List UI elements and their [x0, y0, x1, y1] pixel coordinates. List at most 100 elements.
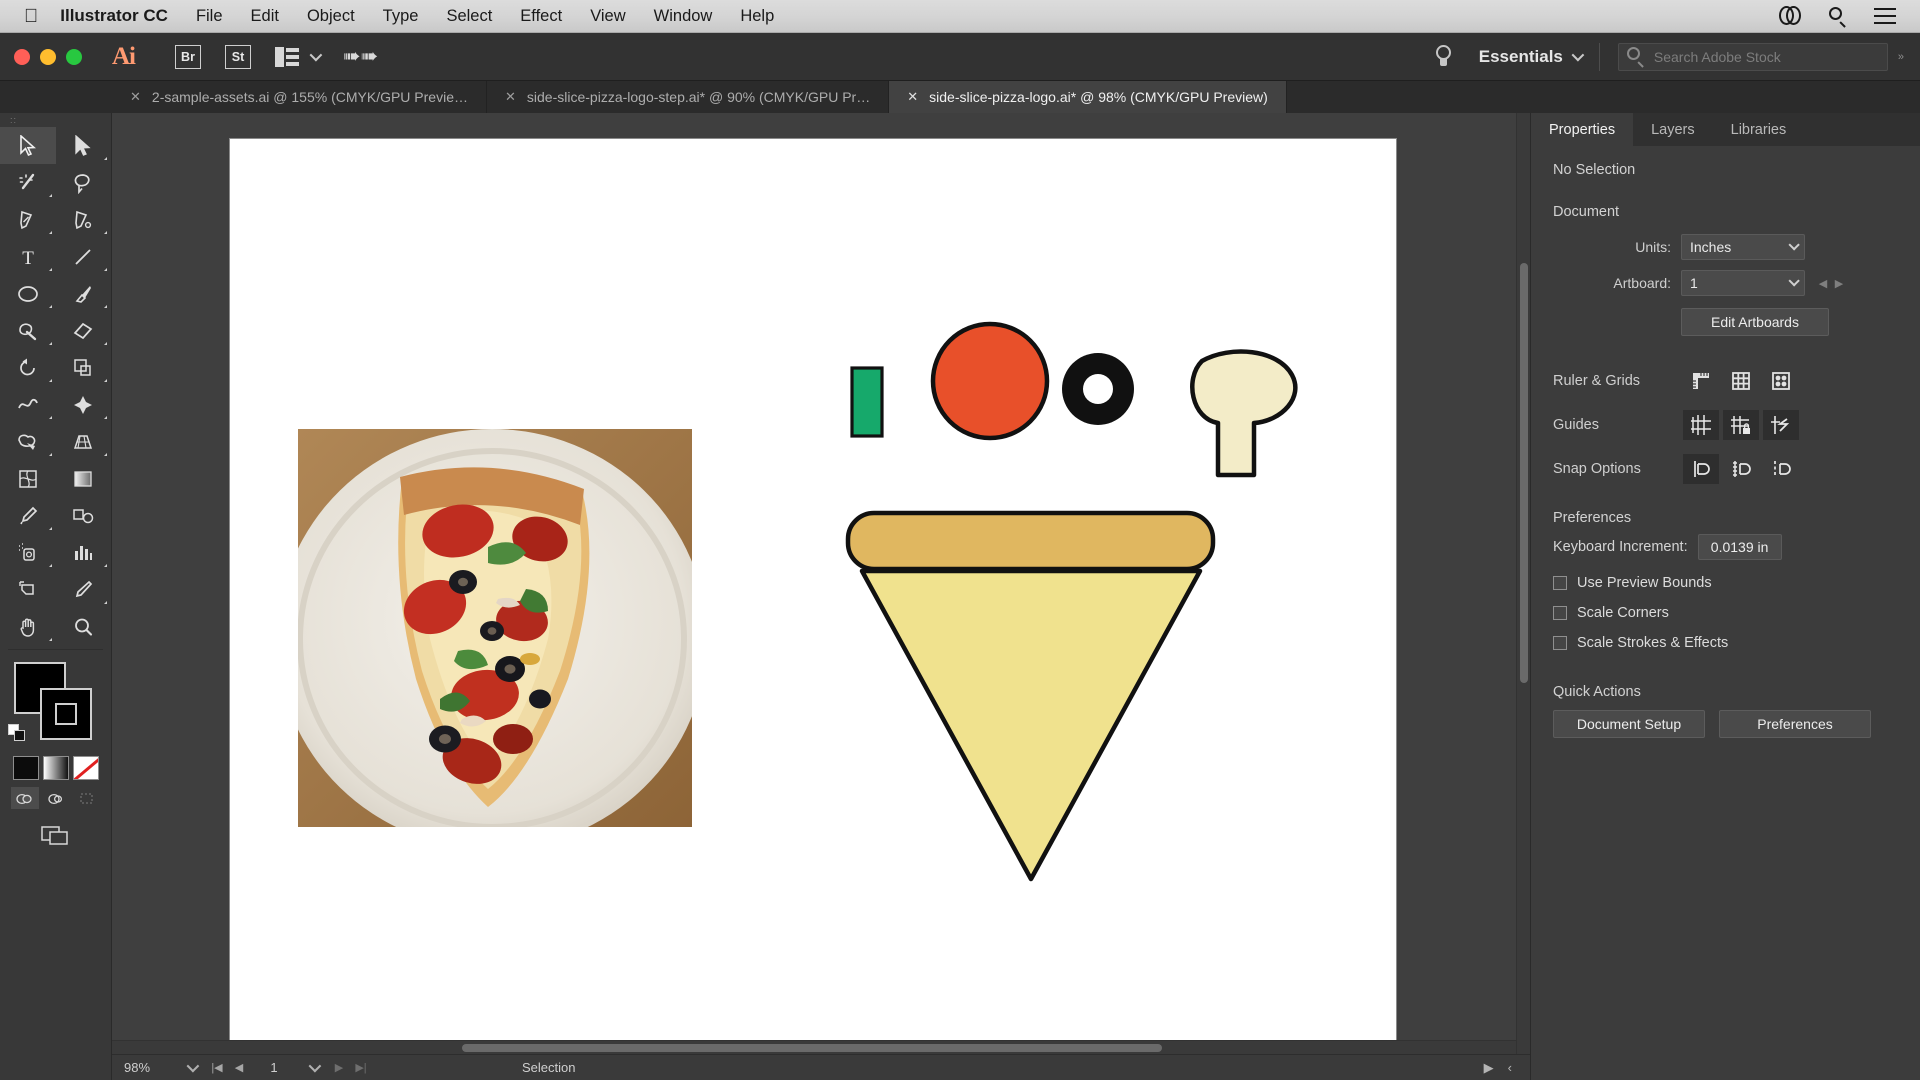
snap-to-grid-icon[interactable] [1723, 454, 1759, 484]
shaper-tool[interactable] [0, 312, 56, 349]
previous-artboard-button[interactable]: ◀ [1815, 273, 1831, 293]
slice-tool[interactable] [56, 571, 112, 608]
menu-edit[interactable]: Edit [251, 7, 279, 26]
scale-corners-checkbox[interactable] [1553, 606, 1567, 620]
menu-help[interactable]: Help [740, 7, 774, 26]
rotate-tool[interactable] [0, 349, 56, 386]
column-graph-tool[interactable] [56, 534, 112, 571]
curvature-tool[interactable] [56, 201, 112, 238]
shape-builder-tool[interactable] [0, 423, 56, 460]
pen-tool[interactable] [0, 201, 56, 238]
rocket-icon[interactable]: ➠➠ [343, 44, 378, 69]
tab-libraries[interactable]: Libraries [1713, 113, 1805, 146]
show-grid-icon[interactable] [1723, 366, 1759, 396]
smart-guides-icon[interactable] [1683, 454, 1719, 484]
next-artboard-button[interactable]: ▶ [1831, 273, 1847, 293]
blend-tool[interactable] [56, 497, 112, 534]
show-transparency-grid-icon[interactable] [1763, 366, 1799, 396]
menu-file[interactable]: File [196, 7, 223, 26]
last-artboard-icon[interactable]: ▶| [350, 1061, 372, 1074]
search-help-bulb-icon[interactable] [1435, 44, 1453, 69]
preferences-button[interactable]: Preferences [1719, 710, 1871, 738]
document-tab-pizza-logo[interactable]: ✕ side-slice-pizza-logo.ai* @ 98% (CMYK/… [889, 81, 1287, 113]
close-icon[interactable]: ✕ [130, 89, 141, 105]
stroke-color-swatch[interactable] [40, 688, 92, 740]
menu-select[interactable]: Select [446, 7, 492, 26]
scale-strokes-effects-checkbox[interactable] [1553, 636, 1567, 650]
workspace-name[interactable]: Essentials [1479, 47, 1563, 67]
draw-inside-icon[interactable] [73, 787, 101, 809]
menu-window[interactable]: Window [654, 7, 713, 26]
scrollbar-thumb[interactable] [462, 1044, 1162, 1052]
menu-type[interactable]: Type [383, 7, 419, 26]
default-fill-stroke-icon[interactable] [8, 724, 26, 742]
minimize-window-button[interactable] [40, 48, 56, 65]
menu-app-name[interactable]: Illustrator CC [60, 6, 168, 26]
lock-guides-icon[interactable] [1723, 410, 1759, 440]
edit-artboards-button[interactable]: Edit Artboards [1681, 308, 1829, 336]
close-icon[interactable]: ✕ [907, 89, 918, 105]
change-screen-mode-button[interactable] [0, 823, 111, 847]
document-tab-sample-assets[interactable]: ✕ 2-sample-assets.ai @ 155% (CMYK/GPU Pr… [112, 81, 487, 113]
toolbar-grip[interactable]: :: [0, 113, 111, 127]
vertical-scrollbar[interactable] [1516, 113, 1530, 1057]
color-mode-icon[interactable] [12, 756, 39, 780]
ellipse-tool[interactable] [0, 275, 56, 312]
close-icon[interactable]: ✕ [505, 89, 516, 105]
creative-cloud-icon[interactable] [1779, 6, 1803, 26]
zoom-dropdown-chevron-icon[interactable] [176, 1059, 206, 1073]
gradient-mode-icon[interactable] [42, 756, 69, 780]
first-artboard-icon[interactable]: |◀ [206, 1061, 228, 1074]
gradient-tool[interactable] [56, 460, 112, 497]
eyedropper-tool[interactable] [0, 497, 56, 534]
zoom-tool[interactable] [56, 608, 112, 645]
apple-icon[interactable]:  [24, 7, 38, 26]
stock-button[interactable]: St [225, 44, 251, 69]
free-transform-tool[interactable] [56, 386, 112, 423]
workspace-chevron-down-icon[interactable] [1571, 48, 1585, 62]
lasso-tool[interactable] [56, 164, 112, 201]
chevron-down-icon[interactable] [309, 48, 323, 62]
direct-selection-tool[interactable] [56, 127, 112, 164]
artboard-select[interactable]: 1 [1681, 270, 1805, 296]
zoom-level-value[interactable]: 98% [112, 1060, 176, 1075]
stock-search-input[interactable]: Search Adobe Stock [1617, 42, 1888, 71]
use-preview-bounds-checkbox[interactable] [1553, 576, 1567, 590]
magic-wand-tool[interactable] [0, 164, 56, 201]
status-resize-grip-icon[interactable]: ‹ [1508, 1060, 1512, 1076]
use-preview-bounds-row[interactable]: Use Preview Bounds [1553, 568, 1898, 598]
document-setup-button[interactable]: Document Setup [1553, 710, 1705, 738]
close-window-button[interactable] [14, 48, 30, 65]
menu-object[interactable]: Object [307, 7, 355, 26]
eraser-tool[interactable] [56, 312, 112, 349]
tab-properties[interactable]: Properties [1531, 113, 1634, 146]
current-tool-label[interactable]: Selection [522, 1060, 575, 1075]
scrollbar-thumb[interactable] [1520, 263, 1528, 683]
artboard-tool[interactable] [0, 571, 56, 608]
arrange-documents-icon[interactable] [275, 46, 301, 67]
symbol-sprayer-tool[interactable] [0, 534, 56, 571]
status-menu-icon[interactable]: ▶ [1484, 1060, 1494, 1076]
tab-layers[interactable]: Layers [1633, 113, 1713, 146]
paintbrush-tool[interactable] [56, 275, 112, 312]
perspective-grid-tool[interactable] [56, 423, 112, 460]
snap-to-point-icon[interactable] [1763, 454, 1799, 484]
next-artboard-icon[interactable]: ▶ [328, 1061, 350, 1074]
canvas-area[interactable] [112, 113, 1531, 1080]
selection-tool[interactable] [0, 127, 56, 164]
scale-corners-row[interactable]: Scale Corners [1553, 598, 1898, 628]
type-tool[interactable]: T [0, 238, 56, 275]
menu-view[interactable]: View [590, 7, 625, 26]
artboard[interactable] [230, 139, 1396, 1055]
release-guides-icon[interactable] [1763, 410, 1799, 440]
width-tool[interactable] [0, 386, 56, 423]
artboard-dropdown-chevron-icon[interactable] [298, 1059, 328, 1073]
mesh-tool[interactable] [0, 460, 56, 497]
bridge-button[interactable]: Br [175, 44, 201, 69]
scale-tool[interactable] [56, 349, 112, 386]
horizontal-scrollbar[interactable] [112, 1040, 1516, 1054]
show-rulers-icon[interactable] [1683, 366, 1719, 396]
previous-artboard-icon[interactable]: ◀ [228, 1061, 250, 1074]
draw-normal-icon[interactable] [10, 787, 39, 809]
zoom-window-button[interactable] [66, 48, 82, 65]
